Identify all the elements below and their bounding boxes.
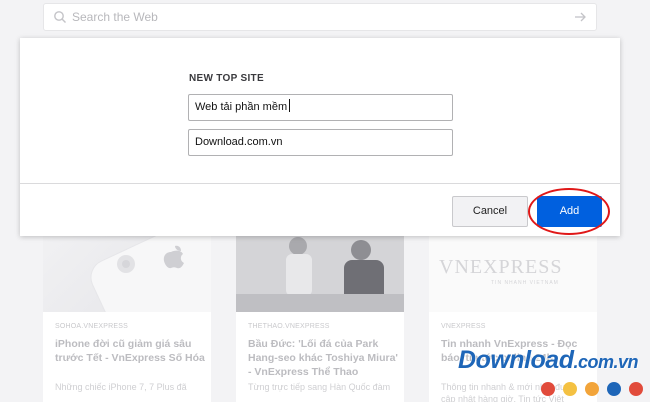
card-thumbnail: [43, 232, 211, 354]
watermark-dot: [607, 382, 621, 396]
card-title: Bầu Đức: 'Lối đá của Park Hang-seo khác …: [248, 338, 398, 378]
card-thumbnail: VNEXPRESS TIN NHANH VIETNAM: [429, 232, 597, 312]
card-title: iPhone đời cũ giảm giá sâu trước Tết - V…: [55, 338, 205, 364]
search-icon: [54, 11, 66, 23]
iphone-image: [90, 232, 211, 354]
search-bar[interactable]: Search the Web: [43, 3, 597, 31]
card-thumbnail: [236, 232, 404, 312]
title-input-value: Web tải phần mềm: [195, 101, 288, 113]
vnexpress-logo: VNEXPRESS: [439, 256, 563, 278]
vnexpress-logo-subtitle: TIN NHANH VIETNAM: [491, 280, 559, 286]
watermark-dots: [541, 382, 643, 396]
search-placeholder: Search the Web: [72, 10, 158, 24]
card-source: VNEXPRESS: [441, 323, 486, 330]
arrow-right-icon[interactable]: [573, 10, 587, 24]
highlight-circle: [528, 188, 610, 235]
watermark-dot: [629, 382, 643, 396]
watermark-dot: [585, 382, 599, 396]
watermark-dot: [541, 382, 555, 396]
card-source: THETHAO.VNEXPRESS: [248, 323, 330, 330]
card-description: Từng trực tiếp sang Hàn Quốc đàm: [248, 382, 391, 392]
watermark-dot: [563, 382, 577, 396]
top-site-card[interactable]: THETHAO.VNEXPRESS Bầu Đức: 'Lối đá của P…: [236, 232, 404, 402]
watermark-text: Download: [458, 346, 574, 374]
dialog-divider: [20, 183, 620, 184]
download-watermark: Download.com.vn: [458, 346, 638, 375]
title-input[interactable]: Web tải phần mềm: [188, 94, 453, 121]
football-photo-image: [236, 232, 404, 312]
text-caret: [289, 99, 291, 112]
url-input[interactable]: Download.com.vn: [188, 129, 453, 156]
card-description: Những chiếc iPhone 7, 7 Plus đã: [55, 382, 187, 392]
watermark-suffix: .com.vn: [573, 352, 638, 372]
new-top-site-dialog: NEW TOP SITE Web tải phần mềm Download.c…: [20, 38, 620, 236]
card-source: SOHOA.VNEXPRESS: [55, 323, 129, 330]
cancel-button[interactable]: Cancel: [452, 196, 528, 227]
top-site-card[interactable]: SOHOA.VNEXPRESS iPhone đời cũ giảm giá s…: [43, 232, 211, 402]
url-input-value: Download.com.vn: [195, 136, 283, 148]
top-site-card[interactable]: VNEXPRESS TIN NHANH VIETNAM VNEXPRESS Ti…: [429, 232, 597, 402]
dialog-title: NEW TOP SITE: [189, 73, 264, 84]
